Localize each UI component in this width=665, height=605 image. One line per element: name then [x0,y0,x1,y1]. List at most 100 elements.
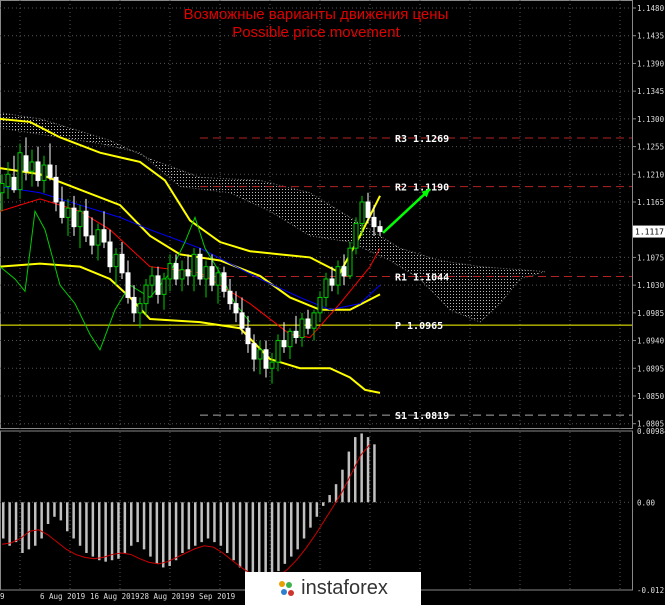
candle-body [137,303,143,314]
candle-body [89,235,95,246]
macd-bar [296,502,299,550]
candle-body [59,201,65,218]
candle-body [335,266,341,286]
candle-body [257,349,263,360]
macd-bar [110,502,114,561]
macd-bar [40,502,43,539]
macd-bar [85,502,88,553]
macd-tick-label: 0.00984 [637,427,665,436]
level-label-S1: S1 1.0819 [395,411,449,422]
candle-body [167,263,173,280]
macd-bar [142,502,146,550]
y-tick-label: 1.0940 [637,337,665,346]
x-tick-label: 9 Sep 2019 [190,592,235,601]
x-tick-label: 6 Aug 2019 [40,592,85,601]
candle-body [155,275,161,295]
candle-body [371,216,377,228]
candle-body [35,161,41,181]
candle-body [191,253,197,277]
y-tick-label: 1.0985 [637,309,664,318]
candle-body [215,272,221,286]
macd-bar [130,502,133,546]
candle-body [323,278,329,298]
y-tick-label: 1.1075 [637,253,664,262]
candle-body [17,152,23,191]
macd-bar [354,437,357,503]
macd-bar [290,502,293,557]
macd-bar [213,502,216,543]
macd-bar [8,502,11,546]
y-tick-label: 1.0850 [637,392,665,401]
macd-bar [277,502,280,572]
y-tick-label: 1.1255 [637,143,664,152]
level-label-R3: R3 1.1269 [395,134,449,145]
candle-body [281,340,287,348]
level-label-R1: R1 1.1044 [395,273,449,284]
bollinger-lower [0,262,381,394]
y-tick-label: 1.1030 [637,281,665,290]
macd-bar [245,502,248,575]
y-tick-label: 1.1165 [637,198,664,207]
macd-bar [162,502,165,568]
candle-body [149,275,155,286]
macd-bar [104,502,107,562]
macd-bar [14,502,18,543]
logo-text: instaforex [301,577,388,599]
candle-body [341,266,347,277]
candle-body [251,343,257,360]
macd-bar [309,502,312,528]
candle-body [299,318,305,338]
candle-body [0,183,5,194]
macd-bar [72,502,75,539]
macd-bar [360,433,363,503]
x-tick-label: 28 Aug 2019 [140,592,190,601]
y-tick-label: 1.1300 [637,115,665,124]
instaforex-logo: instaforex [245,572,421,605]
macd-bar [149,502,152,557]
y-tick-label: 1.1390 [637,59,665,68]
candle-body [29,161,35,172]
y-tick-label: 1.1210 [637,170,665,179]
macd-bar [341,469,344,503]
candle-body [113,253,119,268]
candle-body [71,207,77,228]
candle-body [47,164,53,178]
macd-signal-line [1,444,371,580]
macd-bar [181,502,184,553]
macd-bar [206,502,210,539]
macd-bar [123,502,127,553]
candle-body [143,284,149,305]
forex-chart: R3 1.1269R2 1.1190R1 1.1044P 1.0965S1 1.… [0,0,665,601]
candle-body [125,272,131,298]
macd-bar [53,502,56,517]
candle-body [83,210,89,237]
candle-body [329,278,335,286]
candle-body [221,272,227,292]
macd-bar [174,502,178,561]
candle-body [179,269,185,280]
y-tick-label: 1.1480 [637,4,665,13]
candle-body [359,201,365,225]
macd-bar [168,502,171,567]
candle-body [95,229,101,246]
macd-bar [2,502,5,539]
macd-bar [34,502,37,546]
macd-bar [226,502,229,553]
macd-bar [66,502,69,532]
candle-body [41,164,47,181]
macd-bar [315,502,319,517]
forecast-arrow-line [382,188,431,234]
candle-body [107,241,113,268]
level-label-P: P 1.0965 [395,321,443,332]
macd-bar [322,502,325,506]
candle-body [287,330,293,348]
y-tick-label: 1.0895 [637,364,664,373]
candle-body [227,290,233,305]
candle-body [311,312,317,329]
grid [0,0,633,591]
macd-bar [238,502,242,568]
candle-body [131,296,137,314]
logo-icon [278,580,296,598]
candle-body [197,253,203,280]
macd-bar [283,502,287,564]
